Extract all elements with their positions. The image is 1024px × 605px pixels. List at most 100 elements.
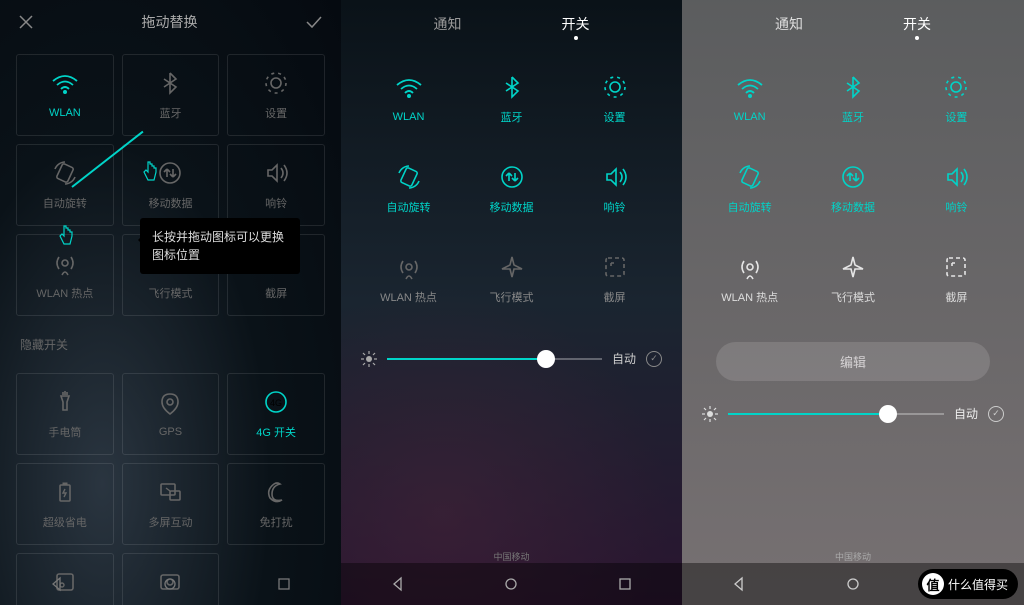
nav-recent-icon[interactable]	[276, 576, 292, 592]
toggle-label: WLAN 热点	[380, 289, 437, 305]
auto-label: 自动	[954, 405, 978, 422]
nav-bar	[341, 563, 682, 605]
rotate-icon	[395, 163, 423, 191]
brightness-slider[interactable]: 自动 ✓	[682, 389, 1024, 438]
toggle-data[interactable]: 移动数据	[801, 144, 904, 234]
nav-home-icon[interactable]	[845, 576, 861, 592]
toggle-label: 蓝牙	[159, 105, 181, 121]
battery-icon	[51, 478, 79, 506]
toggle-settings[interactable]: 设置	[227, 54, 325, 136]
toggle-wlan[interactable]: WLAN	[16, 54, 114, 136]
sound-icon	[601, 163, 629, 191]
brightness-track[interactable]	[728, 413, 944, 415]
toggle-gps[interactable]: GPS	[122, 373, 220, 455]
edit-button[interactable]: 编辑	[716, 342, 990, 381]
toggle-label: WLAN	[393, 111, 425, 123]
toggle-label: 蓝牙	[501, 109, 523, 125]
toggle-label: 移动数据	[490, 199, 534, 215]
toggle-data[interactable]: 移动数据	[460, 144, 563, 234]
toggle-grid: WLAN 蓝牙 设置 自动旋转 移动数据 响铃 WLAN 热点	[341, 44, 682, 334]
toggle-bluetooth[interactable]: 蓝牙	[801, 54, 904, 144]
toggle-data[interactable]: 移动数据	[122, 144, 220, 226]
brightness-track[interactable]	[387, 358, 602, 360]
tab-switches[interactable]: 开关	[562, 14, 590, 34]
toggle-label: 设置	[945, 109, 967, 125]
capture-icon	[942, 253, 970, 281]
toggle-ring[interactable]: 响铃	[905, 144, 1008, 234]
toggle-screenshot[interactable]: 截屏	[905, 234, 1008, 324]
toggle-rotate[interactable]: 自动旋转	[357, 144, 460, 234]
toggle-label: 飞行模式	[831, 289, 875, 305]
sound-icon	[262, 159, 290, 187]
toggle-powersave[interactable]: 超级省电	[16, 463, 114, 545]
toggle-bluetooth[interactable]: 蓝牙	[122, 54, 220, 136]
bluetooth-icon	[156, 69, 184, 97]
brightness-icon	[361, 351, 377, 367]
auto-checkbox[interactable]: ✓	[988, 406, 1004, 422]
nav-home-icon[interactable]	[162, 576, 178, 592]
toggle-rotate[interactable]: 自动旋转	[698, 144, 801, 234]
toggle-label: 响铃	[265, 195, 287, 211]
toggle-settings[interactable]: 设置	[905, 54, 1008, 144]
toggle-label: 移动数据	[148, 195, 192, 211]
toggle-wlan[interactable]: WLAN	[698, 54, 801, 144]
toggle-multiscreen[interactable]: 多屏互动	[122, 463, 220, 545]
hotspot-icon	[736, 253, 764, 281]
wifi-icon	[51, 71, 79, 99]
toggle-label: 移动数据	[831, 199, 875, 215]
gear-icon	[942, 73, 970, 101]
sound-icon	[942, 163, 970, 191]
nav-back-icon[interactable]	[49, 576, 65, 592]
toggle-screenshot[interactable]: 截屏	[563, 234, 666, 324]
toggle-settings[interactable]: 设置	[563, 54, 666, 144]
svg-text:4G: 4G	[270, 398, 282, 408]
hand-cursor-icon	[56, 224, 76, 248]
header: 拖动替换	[0, 0, 341, 44]
header-title: 拖动替换	[34, 12, 305, 32]
moon-icon	[262, 478, 290, 506]
toggle-label: WLAN 热点	[721, 289, 778, 305]
toggle-label: 蓝牙	[842, 109, 864, 125]
toggle-label: 截屏	[945, 289, 967, 305]
4g-icon: 4G	[262, 388, 290, 416]
toggle-bluetooth[interactable]: 蓝牙	[460, 54, 563, 144]
tab-notifications[interactable]: 通知	[775, 14, 803, 34]
toggle-label: 飞行模式	[490, 289, 534, 305]
nav-home-icon[interactable]	[503, 576, 519, 592]
toggle-hotspot[interactable]: WLAN 热点	[357, 234, 460, 324]
toggle-label: 响铃	[945, 199, 967, 215]
toggle-ring[interactable]: 响铃	[227, 144, 325, 226]
confirm-icon[interactable]	[305, 15, 323, 29]
hidden-title: 隐藏开关	[0, 326, 341, 363]
tabs: 通知 开关	[341, 0, 682, 44]
nav-back-icon[interactable]	[390, 576, 406, 592]
toggle-airplane[interactable]: 飞行模式	[801, 234, 904, 324]
brightness-icon	[702, 406, 718, 422]
toggle-4g[interactable]: 4G 4G 开关	[227, 373, 325, 455]
toggle-airplane[interactable]: 飞行模式	[460, 234, 563, 324]
toggle-hotspot[interactable]: WLAN 热点	[698, 234, 801, 324]
toggle-label: WLAN	[49, 107, 81, 119]
toggle-label: WLAN	[734, 111, 766, 123]
nav-recent-icon[interactable]	[617, 576, 633, 592]
toggle-dnd[interactable]: 免打扰	[227, 463, 325, 545]
toggle-wlan[interactable]: WLAN	[357, 54, 460, 144]
tab-notifications[interactable]: 通知	[434, 14, 462, 34]
toggle-rotate[interactable]: 自动旋转	[16, 144, 114, 226]
nav-back-icon[interactable]	[731, 576, 747, 592]
toggle-label: 设置	[265, 105, 287, 121]
data-icon	[498, 163, 526, 191]
torch-icon	[51, 388, 79, 416]
plane-icon	[498, 253, 526, 281]
brightness-slider[interactable]: 自动 ✓	[341, 334, 682, 383]
auto-checkbox[interactable]: ✓	[646, 351, 662, 367]
data-icon	[839, 163, 867, 191]
toggle-flashlight[interactable]: 手电筒	[16, 373, 114, 455]
tab-switches[interactable]: 开关	[903, 14, 931, 34]
watermark-badge: 值 什么值得买	[918, 569, 1018, 599]
carrier-label: 中国移动	[682, 550, 1024, 563]
tabs: 通知 开关	[682, 0, 1024, 44]
gps-icon	[156, 390, 184, 418]
toggle-ring[interactable]: 响铃	[563, 144, 666, 234]
close-icon[interactable]	[18, 14, 34, 30]
